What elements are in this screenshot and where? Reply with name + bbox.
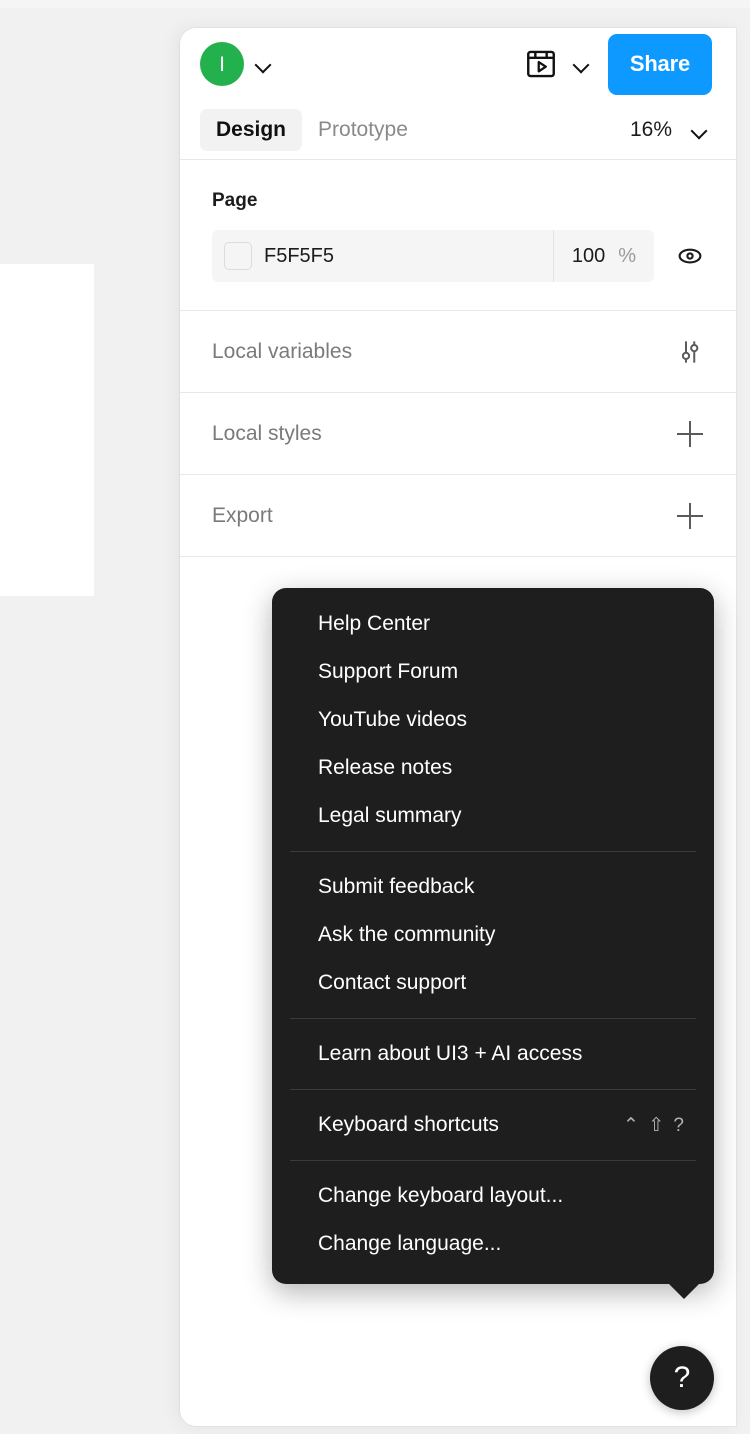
tab-design[interactable]: Design: [200, 108, 303, 151]
menu-separator: [290, 1018, 696, 1019]
menu-item-label: Ask the community: [318, 923, 496, 946]
page-section-title: Page: [212, 190, 258, 211]
menu-item-shortcut: ⌃ ⇧ ?: [623, 1114, 686, 1136]
add-local-style-button[interactable]: [668, 412, 712, 456]
menu-item-label: Contact support: [318, 971, 467, 994]
present-group[interactable]: [524, 47, 590, 81]
plus-icon: [677, 502, 703, 529]
menu-item-label: Submit feedback: [318, 875, 475, 898]
help-menu: Help Center Support Forum YouTube videos Re…: [272, 588, 714, 1299]
menu-item[interactable]: Support Forum: [272, 648, 714, 696]
menu-separator: [290, 1089, 696, 1090]
menu-item[interactable]: Learn about UI3 + AI access: [272, 1030, 714, 1078]
menu-item-label: Legal summary: [318, 804, 462, 827]
menu-item-label: Learn about UI3 + AI access: [318, 1042, 583, 1065]
help-button[interactable]: ?: [650, 1346, 714, 1410]
zoom-level-value: 16%: [629, 117, 672, 141]
row-export[interactable]: Export: [180, 475, 736, 557]
opacity-cell[interactable]: 100 %: [552, 230, 654, 282]
fill-hex-value[interactable]: F5F5F5: [264, 245, 553, 268]
menu-item-label: Help Center: [318, 612, 431, 635]
color-swatch[interactable]: [224, 242, 252, 270]
row-label-local-variables: Local variables: [212, 339, 353, 363]
help-menu-tail: [668, 1283, 700, 1299]
eye-icon: [678, 248, 702, 264]
add-export-button[interactable]: [668, 494, 712, 538]
color-swatch-wrap[interactable]: [212, 242, 264, 270]
menu-item-label: YouTube videos: [318, 708, 468, 731]
panel-tabs: Design Prototype 16%: [180, 100, 736, 160]
open-local-variables-button[interactable]: [668, 330, 712, 374]
menu-item-label: Release notes: [318, 756, 453, 779]
menu-item[interactable]: Submit feedback: [272, 863, 714, 911]
zoom-control[interactable]: 16%: [630, 118, 712, 142]
menu-item-label: Change keyboard layout...: [318, 1184, 564, 1207]
menu-item[interactable]: Change keyboard layout...: [272, 1172, 714, 1220]
menu-item-label: Change language...: [318, 1232, 502, 1255]
plus-icon: [677, 420, 703, 447]
opacity-unit: %: [618, 244, 636, 267]
avatar-group[interactable]: I: [200, 42, 272, 86]
menu-item[interactable]: Release notes: [272, 744, 714, 792]
help-menu-groups: Help Center Support Forum YouTube videos Re…: [272, 600, 714, 1268]
row-local-variables[interactable]: Local variables: [180, 311, 736, 393]
opacity-value[interactable]: 100: [572, 245, 605, 268]
menu-separator: [290, 851, 696, 852]
visibility-toggle-button[interactable]: [668, 234, 712, 278]
tab-prototype[interactable]: Prototype: [302, 109, 424, 151]
menu-item[interactable]: Keyboard shortcuts ⌃ ⇧ ?: [272, 1101, 714, 1149]
menu-item[interactable]: Legal summary: [272, 792, 714, 840]
zoom-chevron-down-icon[interactable]: [690, 121, 708, 139]
canvas-top-strip: [0, 0, 750, 8]
menu-item[interactable]: Help Center: [272, 600, 714, 648]
page-section: Page F5F5F5 100 %: [180, 160, 736, 311]
fill-field[interactable]: F5F5F5 100 %: [212, 230, 654, 282]
menu-item[interactable]: Change language...: [272, 1220, 714, 1268]
chevron-down-icon[interactable]: [254, 55, 272, 73]
share-button[interactable]: Share: [607, 33, 712, 95]
panel-toolbar: I Share: [180, 28, 736, 100]
sliders-icon: [681, 340, 699, 363]
canvas-frame[interactable]: [0, 264, 94, 596]
row-label-local-styles: Local styles: [212, 421, 322, 445]
row-label-export: Export: [212, 503, 273, 527]
avatar[interactable]: I: [200, 42, 244, 86]
row-local-styles[interactable]: Local styles: [180, 393, 736, 475]
menu-item-label: Keyboard shortcuts: [318, 1113, 499, 1136]
present-chevron-down-icon[interactable]: [572, 55, 590, 73]
present-play-icon[interactable]: [524, 47, 558, 81]
page-fill-row: F5F5F5 100 %: [212, 230, 712, 310]
menu-item[interactable]: Contact support: [272, 959, 714, 1007]
menu-item[interactable]: YouTube videos: [272, 696, 714, 744]
menu-item[interactable]: Ask the community: [272, 911, 714, 959]
menu-item-label: Support Forum: [318, 660, 459, 683]
menu-separator: [290, 1160, 696, 1161]
